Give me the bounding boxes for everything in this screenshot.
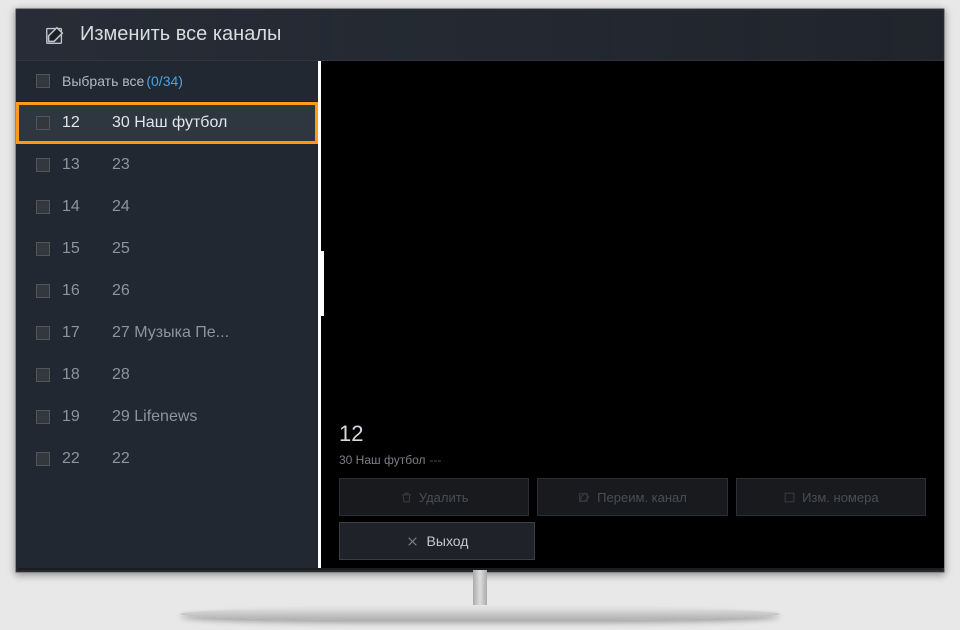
channel-name: 25: [112, 240, 130, 258]
channel-row[interactable]: 1929 Lifenews: [16, 396, 318, 438]
channel-name: 23: [112, 156, 130, 174]
page-title: Изменить все каналы: [80, 23, 281, 46]
channel-info: 12 30 Наш футбол ---: [339, 421, 926, 467]
tv-screen: Изменить все каналы Выбрать все (0/34) 1…: [15, 8, 945, 573]
channel-number: 17: [62, 324, 112, 342]
channel-name: 27 Музыка Пе...: [112, 324, 229, 342]
channel-number: 16: [62, 282, 112, 300]
channel-checkbox[interactable]: [36, 200, 50, 214]
channel-row[interactable]: 1727 Музыка Пе...: [16, 312, 318, 354]
preview-pane: 12 30 Наш футбол --- Удалить: [318, 61, 944, 568]
channel-row[interactable]: 1424: [16, 186, 318, 228]
edit-small-icon: [578, 491, 591, 504]
channel-name: 29 Lifenews: [112, 408, 197, 426]
tv-stand: [180, 570, 780, 620]
channel-name: 22: [112, 450, 130, 468]
renumber-icon: [783, 491, 796, 504]
channel-checkbox[interactable]: [36, 368, 50, 382]
channel-number: 15: [62, 240, 112, 258]
select-all-checkbox[interactable]: [36, 74, 50, 88]
rename-button[interactable]: Переим. канал: [537, 478, 727, 516]
exit-button[interactable]: Выход: [339, 522, 535, 560]
channel-name: 26: [112, 282, 130, 300]
page-header: Изменить все каналы: [16, 9, 944, 61]
channel-number: 22: [62, 450, 112, 468]
channel-row[interactable]: 1323: [16, 144, 318, 186]
select-all-row[interactable]: Выбрать все (0/34): [16, 61, 318, 102]
channel-number: 18: [62, 366, 112, 384]
edit-icon: [44, 24, 66, 46]
channel-row[interactable]: 1626: [16, 270, 318, 312]
trash-icon: [400, 491, 413, 504]
channel-row[interactable]: 2222: [16, 438, 318, 480]
channel-row[interactable]: 1230 Наш футбол: [16, 102, 318, 144]
close-icon: [406, 535, 419, 548]
channel-checkbox[interactable]: [36, 326, 50, 340]
delete-button[interactable]: Удалить: [339, 478, 529, 516]
channel-name: 24: [112, 198, 130, 216]
selection-count: (0/34): [146, 73, 183, 89]
channel-row[interactable]: 1828: [16, 354, 318, 396]
info-channel-name: 30 Наш футбол ---: [339, 453, 926, 467]
channel-number: 19: [62, 408, 112, 426]
channel-sidebar: Выбрать все (0/34) 1230 Наш футбол132314…: [16, 61, 318, 568]
info-channel-number: 12: [339, 421, 926, 447]
select-all-label: Выбрать все: [62, 73, 144, 89]
action-buttons: Удалить Переим. канал Изм. номера: [339, 478, 926, 516]
channel-checkbox[interactable]: [36, 242, 50, 256]
channel-list[interactable]: 1230 Наш футбол13231424152516261727 Музы…: [16, 102, 318, 568]
channel-name: 30 Наш футбол: [112, 114, 227, 132]
channel-number: 14: [62, 198, 112, 216]
renumber-button[interactable]: Изм. номера: [736, 478, 926, 516]
channel-checkbox[interactable]: [36, 410, 50, 424]
channel-checkbox[interactable]: [36, 116, 50, 130]
channel-checkbox[interactable]: [36, 284, 50, 298]
channel-number: 13: [62, 156, 112, 174]
channel-checkbox[interactable]: [36, 452, 50, 466]
channel-checkbox[interactable]: [36, 158, 50, 172]
scroll-indicator: [321, 251, 324, 316]
channel-number: 12: [62, 114, 112, 132]
channel-row[interactable]: 1525: [16, 228, 318, 270]
channel-name: 28: [112, 366, 130, 384]
